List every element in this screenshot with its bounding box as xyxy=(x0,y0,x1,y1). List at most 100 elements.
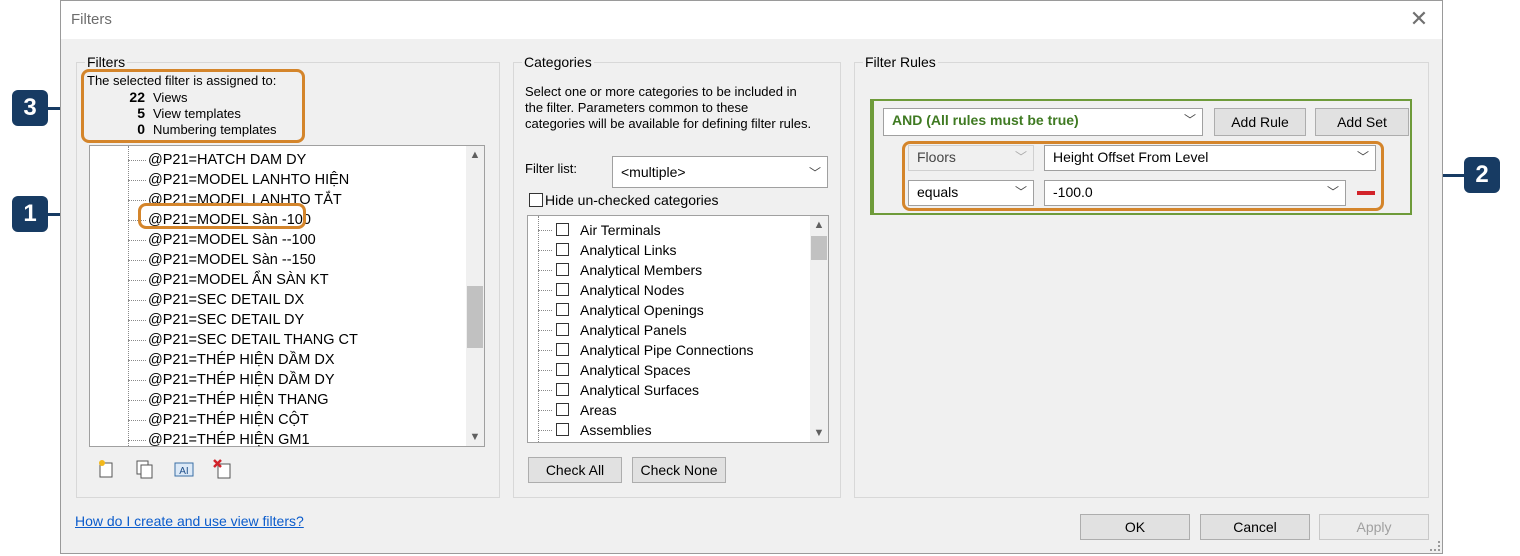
filters-dialog: Filters ✕ Filters The selected filter is… xyxy=(60,0,1443,554)
resize-grip-icon[interactable] xyxy=(1430,541,1440,551)
category-checkbox[interactable] xyxy=(556,383,569,396)
category-checkbox[interactable] xyxy=(556,343,569,356)
filter-item-label: @P21=THÉP HIỆN DẦM DY xyxy=(148,372,335,388)
filter-item-label: @P21=SEC DETAIL THANG CT xyxy=(148,332,358,348)
category-checkbox[interactable] xyxy=(556,423,569,436)
filter-item-label: @P21=THÉP HIỆN DẦM DX xyxy=(148,352,335,368)
tree-connector xyxy=(538,310,552,311)
assigned-highlight xyxy=(81,69,305,143)
apply-button[interactable]: Apply xyxy=(1319,514,1429,540)
rule-category-combo[interactable]: Floors ﹀ xyxy=(908,145,1034,171)
category-scrollbar[interactable]: ▲ ▼ xyxy=(810,216,828,442)
category-item-label: Analytical Pipe Connections xyxy=(580,342,754,358)
category-list[interactable]: Air Terminals Analytical Links Analytical … xyxy=(527,215,829,443)
tree-connector xyxy=(538,230,552,231)
tree-connector xyxy=(128,300,146,301)
filters-group-label: Filters xyxy=(85,54,128,70)
category-item-label: Analytical Panels xyxy=(580,322,687,338)
tree-connector xyxy=(538,410,552,411)
tree-connector xyxy=(128,280,146,281)
new-filter-icon[interactable] xyxy=(97,459,117,479)
category-item-label: Analytical Openings xyxy=(580,302,704,318)
filter-tree[interactable]: @P21=HATCH DAM DY @P21=MODEL LANHTO HIỆN @… xyxy=(89,145,485,448)
svg-text:AI: AI xyxy=(179,466,188,477)
rule-operator-chevron-icon: ﹀ xyxy=(1014,185,1027,199)
category-scroll-thumb[interactable] xyxy=(811,236,827,260)
filter-list-value: <multiple> xyxy=(621,164,686,180)
category-checkbox[interactable] xyxy=(556,363,569,376)
check-all-button[interactable]: Check All xyxy=(528,457,622,483)
tree-connector xyxy=(128,340,146,341)
tree-connector xyxy=(538,390,552,391)
tree-connector xyxy=(538,350,552,351)
filter-scrollbar[interactable]: ▲ ▼ xyxy=(466,146,484,446)
category-checkbox[interactable] xyxy=(556,263,569,276)
tree-connector xyxy=(128,440,146,441)
category-checkbox[interactable] xyxy=(556,323,569,336)
filter-list-combo[interactable]: <multiple> ﹀ xyxy=(612,156,828,188)
rule-parameter-combo[interactable]: Height Offset From Level ﹀ xyxy=(1044,145,1376,171)
scroll-up-icon[interactable]: ▲ xyxy=(466,149,484,161)
duplicate-filter-icon[interactable] xyxy=(135,459,155,479)
category-item-label: Analytical Nodes xyxy=(580,282,685,298)
scroll-down-icon[interactable]: ▼ xyxy=(466,431,484,443)
tree-line xyxy=(128,146,129,446)
callout-2: 2 xyxy=(1464,157,1500,193)
category-item-label: Areas xyxy=(580,402,617,418)
categories-group-label: Categories xyxy=(522,54,594,70)
hide-unchecked-checkbox[interactable] xyxy=(529,193,543,207)
rule-value-combo[interactable]: -100.0 ﹀ xyxy=(1044,180,1346,206)
ok-button[interactable]: OK xyxy=(1080,514,1190,540)
filter-item-label: @P21=MODEL Sàn --150 xyxy=(148,252,316,268)
add-set-button[interactable]: Add Set xyxy=(1315,108,1409,136)
category-checkbox[interactable] xyxy=(556,283,569,296)
tree-connector xyxy=(538,330,552,331)
rule-parameter-chevron-icon: ﹀ xyxy=(1356,150,1369,164)
rule-category-chevron-icon: ﹀ xyxy=(1014,150,1027,164)
category-checkbox[interactable] xyxy=(556,303,569,316)
category-checkbox[interactable] xyxy=(556,223,569,236)
tree-connector xyxy=(128,320,146,321)
category-item-label: Assemblies xyxy=(580,422,652,438)
category-item-label: Analytical Members xyxy=(580,262,703,278)
logic-value: AND (All rules must be true) xyxy=(892,112,1079,128)
filter-item-label: @P21=MODEL ẨN SÀN KT xyxy=(148,272,329,288)
check-none-button[interactable]: Check None xyxy=(632,457,726,483)
category-checkbox[interactable] xyxy=(556,243,569,256)
logic-chevron-icon: ﹀ xyxy=(1183,113,1196,127)
category-scroll-down-icon[interactable]: ▼ xyxy=(810,427,828,439)
filter-item-label: @P21=MODEL LANHTO HIỆN xyxy=(148,172,350,188)
rename-filter-icon[interactable]: AI xyxy=(174,459,194,479)
tree-connector xyxy=(538,250,552,251)
filter-item-label: @P21=MODEL Sàn --100 xyxy=(148,232,316,248)
delete-filter-icon[interactable] xyxy=(213,459,233,479)
window-title: Filters xyxy=(71,11,112,28)
category-checkbox[interactable] xyxy=(556,403,569,416)
filter-rules-group-label: Filter Rules xyxy=(863,54,938,70)
selected-filter-highlight xyxy=(138,203,306,229)
filter-item-label: @P21=SEC DETAIL DX xyxy=(148,292,305,308)
tree-connector xyxy=(538,290,552,291)
filters-group: Filters The selected filter is assigned … xyxy=(76,54,500,498)
rule-category-value: Floors xyxy=(917,149,956,165)
scroll-thumb[interactable] xyxy=(467,286,483,348)
logic-combo[interactable]: AND (All rules must be true) ﹀ xyxy=(883,108,1203,136)
categories-description-3: categories will be available for definin… xyxy=(525,116,812,131)
rule-value-chevron-icon: ﹀ xyxy=(1326,185,1339,199)
hide-unchecked-label: Hide un-checked categories xyxy=(545,192,719,208)
filter-item-label: @P21=THÉP HIỆN GM1 xyxy=(148,432,310,448)
tree-connector xyxy=(128,160,146,161)
close-icon[interactable]: ✕ xyxy=(1406,5,1432,33)
category-scroll-up-icon[interactable]: ▲ xyxy=(810,219,828,231)
add-rule-button[interactable]: Add Rule xyxy=(1214,108,1306,136)
tree-connector xyxy=(128,380,146,381)
categories-description-2: the filter. Parameters common to these xyxy=(525,100,749,115)
title-bar: Filters ✕ xyxy=(61,1,1442,39)
tree-connector xyxy=(128,180,146,181)
rule-operator-combo[interactable]: equals ﹀ xyxy=(908,180,1034,206)
help-link[interactable]: How do I create and use view filters? xyxy=(75,513,304,529)
cancel-button[interactable]: Cancel xyxy=(1200,514,1310,540)
remove-rule-icon[interactable] xyxy=(1357,191,1375,195)
callout-3: 3 xyxy=(12,90,48,126)
filter-rules-group: Filter Rules AND (All rules must be true… xyxy=(854,54,1429,498)
